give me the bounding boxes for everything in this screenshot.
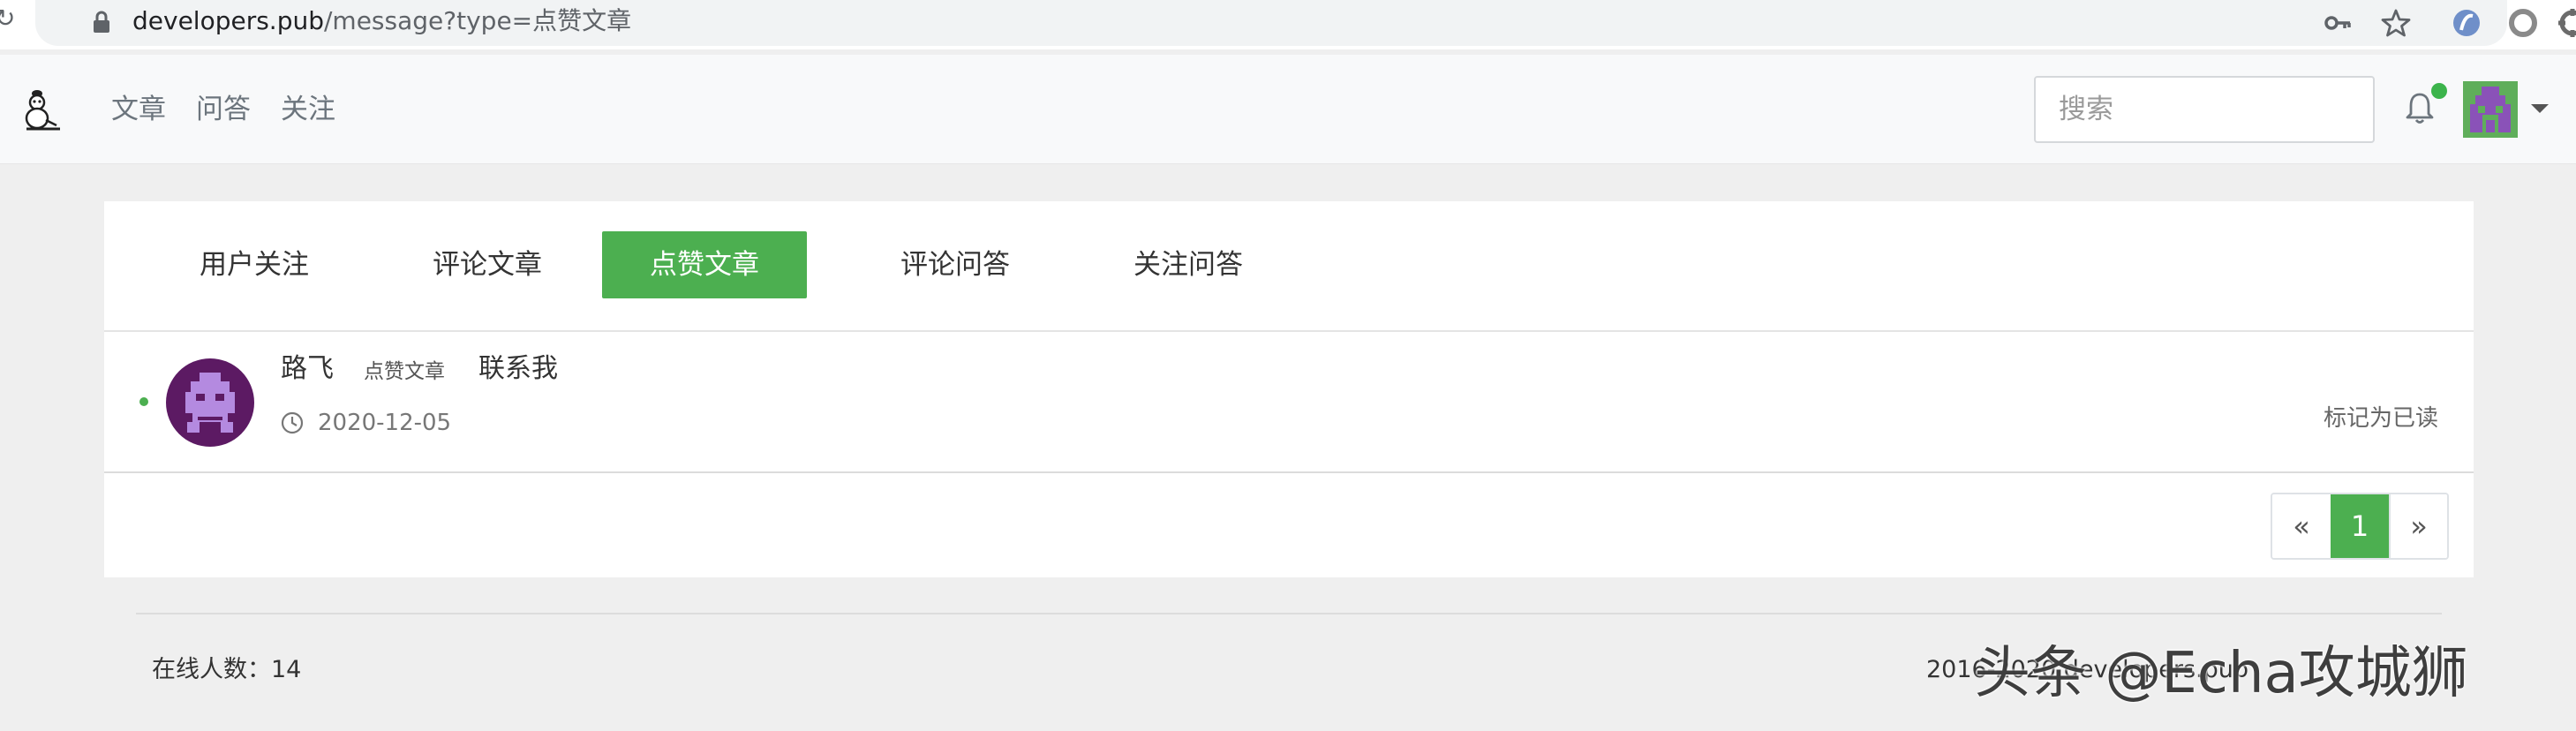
unread-dot [139, 397, 148, 406]
nav-follow[interactable]: 关注 [281, 90, 335, 129]
avatar[interactable] [166, 358, 254, 447]
mark-read-button[interactable]: 标记为已读 [2324, 403, 2438, 434]
url-host: developers.pub [132, 6, 324, 35]
prev-page-button[interactable]: « [2272, 494, 2331, 558]
star-icon[interactable] [2380, 7, 2412, 39]
tab-comment-article[interactable]: 评论文章 [397, 231, 577, 298]
message-type: 点赞文章 [364, 360, 445, 383]
extension-icon[interactable] [2557, 7, 2576, 39]
list-item: 路飞 点赞文章 联系我 2020-12-05 标记为已读 [104, 332, 2474, 473]
bell-icon[interactable] [2403, 90, 2437, 125]
site-logo[interactable] [16, 81, 71, 136]
clock-icon [281, 411, 304, 434]
lock-icon [94, 11, 109, 33]
address-bar[interactable]: developers.pub/message?type=点赞文章 [35, 0, 2507, 46]
online-count: 在线人数：14 [152, 656, 302, 683]
tab-user-follow[interactable]: 用户关注 [164, 231, 344, 298]
next-page-button[interactable]: » [2389, 494, 2447, 558]
message-article-title[interactable]: 联系我 [478, 351, 558, 387]
extension-icon[interactable] [2507, 7, 2539, 39]
url-text[interactable]: developers.pub/message?type=点赞文章 [132, 5, 631, 37]
tab-follow-qa[interactable]: 关注问答 [1098, 231, 1278, 298]
message-tabs: 用户关注 评论文章 点赞文章 评论问答 关注问答 [104, 201, 2474, 332]
key-icon[interactable] [2322, 7, 2354, 39]
watermark: 头条 @Echa攻城狮 [1974, 641, 2468, 706]
messages-card: 用户关注 评论文章 点赞文章 评论问答 关注问答 路飞 点赞文章 联系我 202… [104, 201, 2474, 577]
site-header: 文章 问答 关注 [0, 55, 2576, 164]
nav-qa[interactable]: 问答 [196, 90, 251, 129]
message-date: 2020-12-05 [318, 410, 452, 436]
browser-toolbar: ↻ developers.pub/message?type=点赞文章 [0, 0, 2576, 49]
pagination: « 1 » [2271, 493, 2449, 560]
notification-dot [2431, 83, 2447, 99]
tab-like-article[interactable]: 点赞文章 [602, 231, 807, 298]
search-input[interactable] [2034, 76, 2375, 143]
reload-icon[interactable]: ↻ [0, 6, 15, 31]
message-username[interactable]: 路飞 [281, 351, 334, 387]
caret-down-icon[interactable] [2530, 102, 2550, 115]
nav-articles[interactable]: 文章 [111, 90, 166, 129]
footer-divider [136, 613, 2442, 614]
url-path: /message?type=点赞文章 [324, 6, 632, 35]
page-1-button[interactable]: 1 [2331, 494, 2389, 558]
tab-comment-qa[interactable]: 评论问答 [865, 231, 1045, 298]
avatar[interactable] [2463, 81, 2518, 138]
extension-icon[interactable] [2451, 7, 2482, 39]
